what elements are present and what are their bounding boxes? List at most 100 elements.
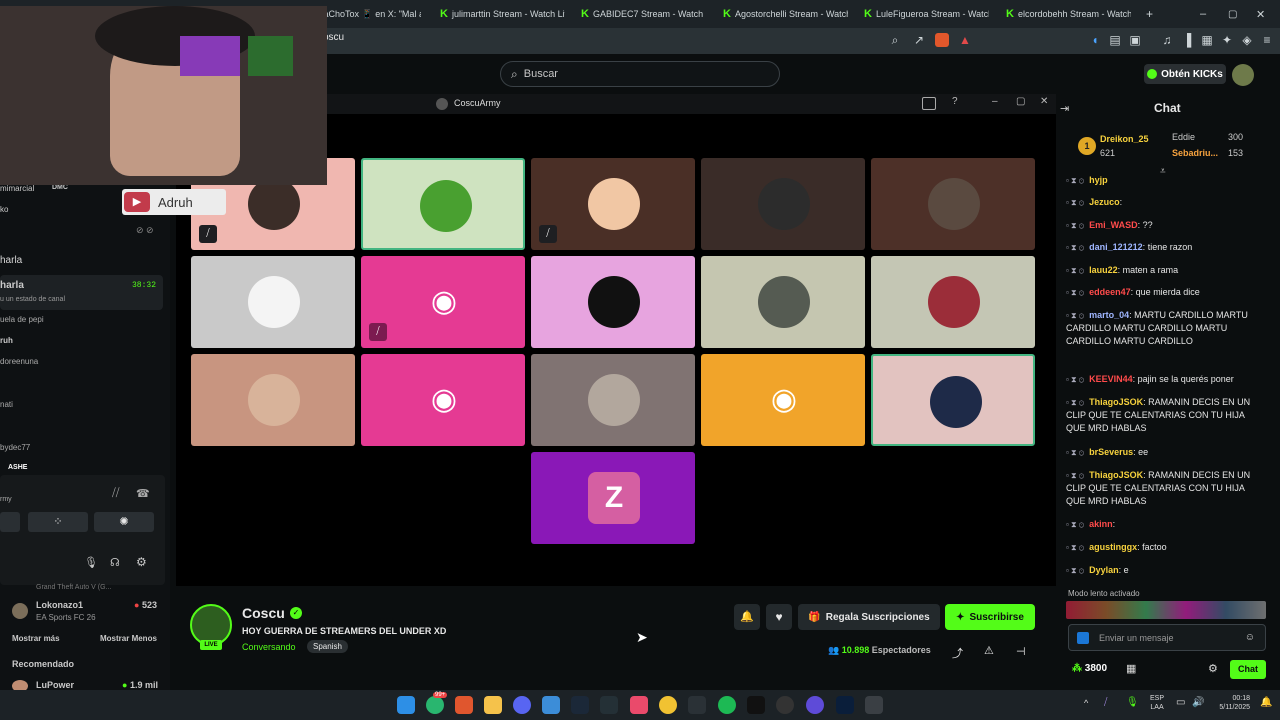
share-icon[interactable]: ↗ <box>912 33 926 47</box>
maximize-icon[interactable]: ▢ <box>1228 4 1240 24</box>
chat-username[interactable]: akinn <box>1089 519 1113 529</box>
browser-tab[interactable]: MaChoTox 📱 en X: "Mal ah" <box>316 4 421 24</box>
new-tab-icon[interactable]: + <box>1146 4 1158 24</box>
volume-icon[interactable]: 🔊 <box>1192 697 1204 708</box>
minimize-icon[interactable]: – <box>1200 4 1212 24</box>
user-avatar[interactable] <box>1232 64 1254 86</box>
tray-mic-icon[interactable]: 🎙 <box>1126 697 1139 708</box>
settings-icon[interactable]: ⚙ <box>136 555 147 569</box>
search-input[interactable]: ⌕ Buscar <box>500 61 780 87</box>
browser-tab[interactable]: Kelcordobehh Stream - Watch L <box>1006 4 1131 24</box>
voice-participant-tile[interactable] <box>871 158 1035 250</box>
voice-participant-tile[interactable]: ◉ <box>701 354 865 446</box>
chat-username[interactable]: dani_121212 <box>1089 242 1143 252</box>
emote-bar[interactable] <box>1066 601 1266 619</box>
windows-start-icon[interactable] <box>397 696 415 714</box>
panel-icon[interactable]: ▐ <box>1180 33 1194 47</box>
network-icon[interactable]: ▭ <box>1176 697 1185 708</box>
voice-participant-tile[interactable] <box>701 158 865 250</box>
language-tag[interactable]: Spanish <box>307 640 348 653</box>
channel-name[interactable]: Coscu <box>242 605 285 621</box>
subscribe-button[interactable]: ✦ Suscribirse <box>945 604 1035 630</box>
app-icon[interactable] <box>806 696 824 714</box>
chat-username[interactable]: hyjp <box>1089 175 1108 185</box>
app-icon[interactable] <box>659 696 677 714</box>
show-more-button[interactable]: Mostrar más <box>12 634 60 643</box>
store-icon[interactable]: ▦ <box>1126 662 1136 675</box>
audio-icon[interactable]: ◖ <box>1088 33 1102 47</box>
browser-tab[interactable]: K Agostorchelli Stream - Watch L <box>723 4 848 24</box>
report-icon[interactable]: ⚠ <box>984 644 994 657</box>
discord-icon[interactable] <box>513 696 531 714</box>
clip-icon[interactable]: ⊣ <box>1016 645 1026 658</box>
chat-username[interactable]: eddeen47 <box>1089 287 1131 297</box>
points-display[interactable]: ⁂ 3800 <box>1072 663 1107 674</box>
emoji-icon[interactable]: ☺ <box>1245 632 1255 643</box>
help-icon[interactable]: ? <box>952 96 958 107</box>
whatsapp-icon[interactable] <box>426 696 444 714</box>
browser-tab[interactable]: KGABIDEC7 Stream - Watch Live <box>581 4 706 24</box>
voice-participant-tile[interactable] <box>361 158 525 250</box>
wallet-icon[interactable]: ▦ <box>1200 33 1214 47</box>
chat-input[interactable]: Enviar un mensaje ☺ <box>1068 624 1266 651</box>
leader-name[interactable]: Sebadriu... <box>1172 148 1218 158</box>
voice-participant-tile[interactable]: Z <box>531 452 695 544</box>
voice-participant-tile[interactable] <box>871 256 1035 348</box>
rewards-icon[interactable]: ▲ <box>958 33 972 47</box>
voice-participant-tile[interactable] <box>871 354 1035 446</box>
camera-button[interactable] <box>0 512 20 532</box>
menu-icon[interactable]: ≡ <box>1260 33 1274 47</box>
sidebar-toggle-icon[interactable]: ▤ <box>1108 33 1122 47</box>
maximize-icon[interactable]: ▢ <box>1016 96 1025 107</box>
notifications-icon[interactable]: 🔔 <box>1260 697 1272 708</box>
browser-tab[interactable]: K LuleFigueroa Stream - Watch L <box>864 4 989 24</box>
voice-participant-tile[interactable] <box>701 256 865 348</box>
leader-name[interactable]: Dreikon_25 <box>1100 134 1149 144</box>
chat-username[interactable]: Dyylan <box>1089 565 1119 575</box>
chat-username[interactable]: Emi_WASD <box>1089 220 1138 230</box>
photos-icon[interactable] <box>542 696 560 714</box>
chat-username[interactable]: agustinggx <box>1089 542 1137 552</box>
send-chat-button[interactable]: Chat <box>1230 660 1266 679</box>
voice-participant-tile[interactable] <box>191 256 355 348</box>
soundboard-button[interactable]: ✺ <box>94 512 154 532</box>
chat-username[interactable]: lauu22 <box>1089 265 1118 275</box>
folder-icon[interactable] <box>484 696 502 714</box>
voice-participant-tile[interactable]: ◉ <box>361 354 525 446</box>
extension-icon[interactable]: ✦ <box>1220 33 1234 47</box>
obtain-kicks-button[interactable]: Obtén KICKs <box>1144 64 1226 84</box>
voice-participant-tile[interactable] <box>531 354 695 446</box>
noise-suppression-icon[interactable]: ⧸⧸ <box>112 487 119 500</box>
vpn-icon[interactable]: ◈ <box>1240 33 1254 47</box>
music-icon[interactable]: ♫ <box>1160 33 1174 47</box>
voice-participant-tile[interactable] <box>531 256 695 348</box>
brave-shield-icon[interactable] <box>935 33 949 47</box>
voice-participant-tile[interactable]: ⧸ <box>531 158 695 250</box>
tray-app-icon[interactable]: ⧸ <box>1104 697 1107 708</box>
chat-username[interactable]: ThiagoJSOK <box>1089 397 1143 407</box>
settings-icon[interactable]: ⚙ <box>1208 662 1218 675</box>
brave-icon[interactable] <box>455 696 473 714</box>
chat-username[interactable]: ThiagoJSOK <box>1089 470 1143 480</box>
capcut-icon[interactable] <box>688 696 706 714</box>
chat-username[interactable]: marto_04 <box>1089 310 1129 320</box>
zoom-icon[interactable]: ⌕ <box>888 33 902 47</box>
tray-overflow-icon[interactable]: ^ <box>1084 698 1088 708</box>
tiktok-studio-icon[interactable] <box>630 696 648 714</box>
microphone-icon[interactable]: 🎙 <box>84 556 98 569</box>
popout-icon[interactable] <box>922 97 936 110</box>
steam-icon[interactable] <box>571 696 589 714</box>
follow-heart-button[interactable]: ♥ <box>766 604 792 630</box>
browser-tab[interactable]: Kjulimarttin Stream - Watch Live <box>440 4 565 24</box>
clock[interactable]: 00:18 5/11/2025 <box>1210 694 1250 712</box>
close-icon[interactable]: ✕ <box>1256 4 1268 24</box>
app-icon[interactable] <box>865 696 883 714</box>
channel-avatar[interactable] <box>12 603 28 619</box>
screenshot-icon[interactable]: ▣ <box>1128 33 1142 47</box>
disconnect-icon[interactable]: ☎ <box>136 487 150 500</box>
show-less-button[interactable]: Mostrar Menos <box>100 634 157 643</box>
leader-name[interactable]: Eddie <box>1172 132 1195 142</box>
app-icon[interactable] <box>600 696 618 714</box>
voice-channel-label[interactable]: harla <box>0 255 22 266</box>
chat-username[interactable]: KEEVIN44 <box>1089 374 1133 384</box>
